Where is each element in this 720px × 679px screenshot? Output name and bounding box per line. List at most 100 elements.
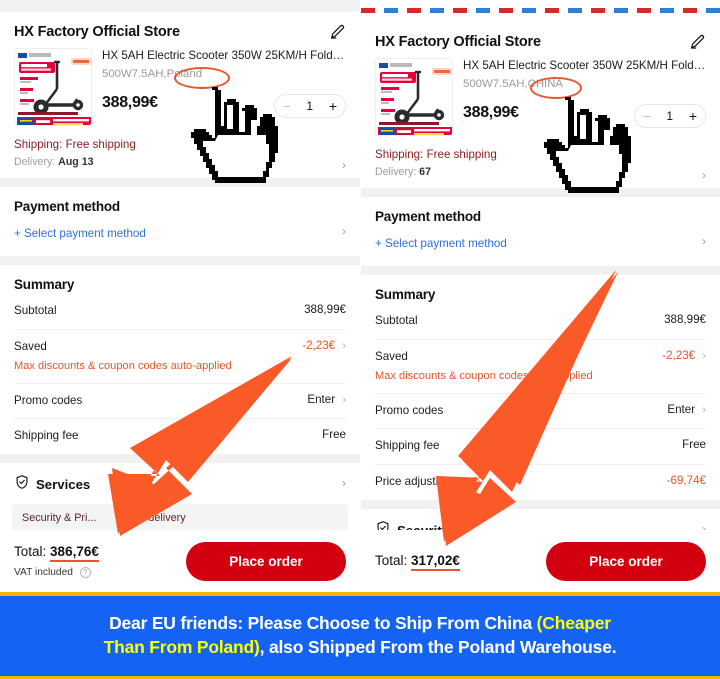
row-label-text: Saved <box>14 339 47 353</box>
payment-section-left: Payment method + Select payment method › <box>0 187 360 256</box>
row-label: Subtotal <box>14 304 57 317</box>
section-divider <box>0 256 360 265</box>
quantity-increase-button[interactable]: + <box>329 98 337 114</box>
total-block: Total: 317,02€ <box>375 553 460 572</box>
promo-banner: Dear EU friends: Please Choose to Ship F… <box>0 592 720 679</box>
row-value-text[interactable]: Enter <box>307 393 335 406</box>
total-label: Total: <box>14 543 47 559</box>
product-title: HX 5AH Electric Scooter 350W 25KM/H Fold… <box>463 59 706 72</box>
row-label: Subtotal <box>375 314 418 327</box>
pencil-icon[interactable] <box>329 23 346 40</box>
row-value: Enter › <box>307 393 346 406</box>
product-thumbnail[interactable] <box>14 48 92 126</box>
panel-top-spacer <box>0 0 360 12</box>
product-variant: 500W7.5AH,Poland <box>102 68 202 80</box>
quantity-stepper[interactable]: − 1 + <box>634 104 706 128</box>
summary-row-subtotal: Subtotal 388,99€ <box>375 311 706 339</box>
product-variant-country: Poland <box>166 68 203 81</box>
row-sublabel: Max discounts & coupon codes auto-applie… <box>14 359 232 372</box>
store-name: HX Factory Official Store <box>14 23 180 40</box>
delivery-date: 67 <box>419 166 431 178</box>
services-header[interactable]: Services › <box>14 463 346 504</box>
row-value: 388,99€ <box>664 313 706 326</box>
summary-row-promo[interactable]: Promo codes Enter › <box>14 382 346 419</box>
chevron-right-icon[interactable]: › <box>342 224 346 238</box>
product-row-right[interactable]: HX 5AH Electric Scooter 350W 25KM/H Fold… <box>375 58 706 140</box>
row-label: Promo codes <box>375 403 444 417</box>
checkout-footer-left: Total: 386,76€ VAT included ? Place orde… <box>0 530 360 592</box>
delivery-label: Delivery: <box>375 166 417 178</box>
total-line: Total: 386,76€ <box>14 543 99 562</box>
section-divider <box>361 188 720 197</box>
section-divider <box>361 266 720 275</box>
row-label: Shipping fee <box>14 429 79 443</box>
quantity-decrease-button[interactable]: − <box>643 109 651 124</box>
row-sublabel: Max discounts & coupon codes auto-applie… <box>375 369 593 382</box>
checkout-panel-poland: HX Factory Official Store HX 5AH Electri… <box>0 0 360 592</box>
select-payment-method-link[interactable]: + Select payment method <box>14 227 146 240</box>
payment-method-title: Payment method <box>14 199 120 214</box>
banner-line1-highlight: (Cheaper <box>536 613 611 634</box>
summary-row-shipping-fee: Shipping fee Free <box>375 428 706 464</box>
quantity-stepper[interactable]: − 1 + <box>274 94 346 118</box>
row-value: Free <box>682 438 706 452</box>
product-variant-prefix: 500W7.5AH, <box>102 68 167 81</box>
summary-row-promo[interactable]: Promo codes Enter › <box>375 392 706 429</box>
pencil-icon[interactable] <box>689 33 706 50</box>
banner-text: Dear EU friends: Please Choose to Ship F… <box>88 612 633 659</box>
product-variant-prefix: 500W7.5AH, <box>463 78 528 91</box>
summary-row-saved[interactable]: Saved Max discounts & coupon codes auto-… <box>375 338 706 393</box>
row-value: Free <box>322 428 346 442</box>
info-icon[interactable]: ? <box>79 566 91 578</box>
summary-row-subtotal: Subtotal 388,99€ <box>14 301 346 329</box>
chevron-right-icon[interactable]: › <box>342 340 346 352</box>
total-amount: 386,76€ <box>50 543 99 562</box>
select-payment-method-link[interactable]: + Select payment method <box>375 237 507 250</box>
summary-row-saved[interactable]: Saved Max discounts & coupon codes auto-… <box>14 328 346 383</box>
summary-title: Summary <box>375 287 436 302</box>
row-label-text: Saved <box>375 349 408 363</box>
payment-section-right: Payment method + Select payment method › <box>361 197 720 266</box>
product-title: HX 5AH Electric Scooter 350W 25KM/H Fold… <box>102 49 346 62</box>
chevron-right-icon[interactable]: › <box>342 476 346 490</box>
delivery-date: Aug 13 <box>58 156 94 168</box>
row-value-text[interactable]: Enter <box>667 403 695 416</box>
section-divider <box>361 500 720 510</box>
chevron-right-icon[interactable]: › <box>702 234 706 248</box>
services-title: Services <box>36 477 91 493</box>
total-block: Total: 386,76€ VAT included ? <box>14 543 99 580</box>
chevron-right-icon[interactable]: › <box>702 168 706 182</box>
dashed-highlight-border <box>361 8 720 13</box>
vat-text: VAT included <box>14 566 73 578</box>
place-order-button[interactable]: Place order <box>186 542 346 581</box>
row-label-text: Price adjustment <box>375 475 462 489</box>
product-row-left[interactable]: HX 5AH Electric Scooter 350W 25KM/H Fold… <box>14 48 346 130</box>
summary-row-shipping-fee: Shipping fee Free <box>14 418 346 454</box>
checkout-panel-china: HX Factory Official Store HX 5AH Electri… <box>360 0 720 592</box>
chevron-right-icon[interactable]: › <box>342 394 346 406</box>
shipping-row-left[interactable]: Shipping: Free shipping Delivery: Aug 13… <box>14 130 346 178</box>
summary-section-left: Summary Subtotal 388,99€ Saved Max disco… <box>0 265 360 455</box>
row-label: Shipping fee <box>375 439 440 453</box>
summary-row-price-adjustment: Price adjustment ? -69,74€ <box>375 464 706 500</box>
quantity-increase-button[interactable]: + <box>689 108 697 124</box>
checkout-panels: HX Factory Official Store HX 5AH Electri… <box>0 0 720 592</box>
comparison-screenshot: HX Factory Official Store HX 5AH Electri… <box>0 0 720 679</box>
info-icon[interactable]: ? <box>468 477 480 489</box>
select-payment-method-row[interactable]: + Select payment method › <box>14 223 346 256</box>
select-payment-method-row[interactable]: + Select payment method › <box>375 233 706 266</box>
place-order-button[interactable]: Place order <box>546 542 706 581</box>
quantity-value: 1 <box>666 109 674 123</box>
row-value-text: -2,23€ <box>302 338 336 352</box>
chevron-right-icon[interactable]: › <box>342 158 346 172</box>
row-label: Saved Max discounts & coupon codes auto-… <box>375 349 593 384</box>
product-thumbnail[interactable] <box>375 58 453 136</box>
shipping-row-right[interactable]: Shipping: Free shipping Delivery: 67 › <box>375 140 706 188</box>
total-line: Total: 317,02€ <box>375 553 460 572</box>
chevron-right-icon[interactable]: › <box>702 404 706 416</box>
chevron-right-icon[interactable]: › <box>702 350 706 362</box>
summary-section-right: Summary Subtotal 388,99€ Saved Max disco… <box>361 275 720 501</box>
quantity-decrease-button[interactable]: − <box>283 99 291 114</box>
banner-line1-plain: Dear EU friends: Please Choose to Ship F… <box>109 613 537 634</box>
checkout-footer-right: Total: 317,02€ Place order <box>361 530 720 592</box>
